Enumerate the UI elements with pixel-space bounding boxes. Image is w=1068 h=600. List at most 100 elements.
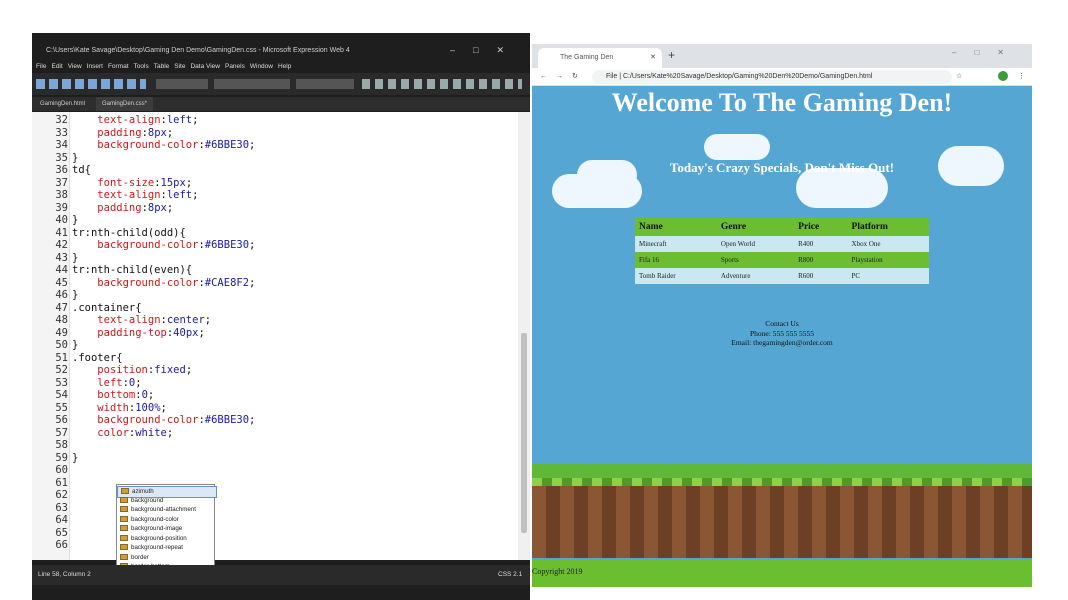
code-line[interactable]: 49 padding-top:40px; [32,327,512,340]
code-line[interactable]: 33 padding:8px; [32,127,512,140]
menu-item-format[interactable]: Format [108,63,129,70]
code-line[interactable]: 51 .footer{ [32,352,512,365]
code-line[interactable]: 60 [32,464,512,477]
table-cell: PC [847,268,929,284]
menu-icon[interactable]: ⋮ [1018,68,1025,86]
code-line[interactable]: 39 padding:8px; [32,202,512,215]
toolbar-icons[interactable] [36,79,146,89]
autocomplete-item[interactable]: background-color [117,515,215,525]
tab-html[interactable]: GamingDen.html [34,97,91,111]
style-dropdown[interactable] [156,79,208,89]
code-line[interactable]: 57 color:white; [32,427,512,440]
code-line[interactable]: 46} [32,289,512,302]
line-number: 40 [55,214,68,226]
code-line[interactable]: 35} [32,152,512,165]
code-view[interactable]: 32 text-align:left; 33 padding:8px; 34 bac… [32,112,518,560]
property-icon [120,496,128,503]
code-line[interactable]: 34 background-color:#6BBE30; [32,139,512,152]
url-field[interactable]: File | C:/Users/Kate%20Savage/Desktop/Ga… [592,70,952,84]
line-number: 62 [55,489,68,501]
tab-css[interactable]: GamingDen.css* [96,97,154,111]
code-line[interactable]: 38 text-align:left; [32,189,512,202]
line-number: 43 [55,251,68,264]
menu-item-site[interactable]: Site [174,63,185,70]
code-line[interactable]: 65 [32,527,512,540]
code-line[interactable]: 61 [32,477,512,490]
code-line[interactable]: 37 font-size:15px; [32,177,512,190]
code-line[interactable]: 40} [32,214,512,227]
code-line[interactable]: 50} [32,339,512,352]
code-token: left [166,189,193,201]
code-line[interactable]: 58 [32,439,512,452]
line-number: 44 [55,264,68,276]
code-line[interactable]: 48 text-align:center; [32,314,512,327]
code-line[interactable]: 36 td{ [32,164,512,177]
code-token: ; [166,426,174,439]
status-bar: Line 58, Column 2 CSS 2.1 [32,565,530,585]
font-dropdown[interactable] [214,79,290,89]
css-schema[interactable]: CSS 2.1 [498,565,522,585]
menu-item-window[interactable]: Window [250,63,273,70]
code-line[interactable]: 62 [32,489,512,502]
profile-icon[interactable] [998,71,1008,81]
size-dropdown[interactable] [296,79,354,89]
menu-item-edit[interactable]: Edit [51,63,62,70]
code-line[interactable]: 42 background-color:#6BBE30; [32,239,512,252]
table-header-row: Name Genre Price Platform [635,218,929,236]
menu-item-tools[interactable]: Tools [134,63,149,70]
editor-window: C:\Users\Kate Savage\Desktop\Gaming Den … [32,33,530,600]
back-icon[interactable]: ← [540,68,547,86]
menu-item-insert[interactable]: Insert [87,63,103,70]
code-line[interactable]: 52 position:fixed; [32,364,512,377]
code-line[interactable]: 53 left:0; [32,377,512,390]
code-token: background-color [97,239,199,251]
forward-icon[interactable]: → [556,68,563,86]
star-icon[interactable]: ☆ [956,68,962,86]
code-line[interactable]: 63 [32,502,512,515]
code-line[interactable]: 41 tr:nth-child(odd){ [32,227,512,240]
code-line[interactable]: 66 [32,539,512,552]
menu-item-view[interactable]: View [68,63,82,70]
menu-item-help[interactable]: Help [278,63,291,70]
scrollbar-thumb[interactable] [521,333,527,533]
line-number: 41 [55,226,68,239]
code-token: ; [198,326,205,339]
format-icons[interactable] [362,79,522,89]
code-line[interactable]: 43} [32,252,512,265]
menu-item-data-view[interactable]: Data View [190,63,220,70]
autocomplete-item[interactable]: background-attachment [117,505,215,515]
code-line[interactable]: 44 tr:nth-child(even){ [32,264,512,277]
code-line[interactable]: 54 bottom:0; [32,389,512,402]
code-line[interactable]: 64 [32,514,512,527]
autocomplete-item[interactable]: background-position [117,534,215,544]
code-line[interactable]: 56 background-color:#6BBE30; [32,414,512,427]
autocomplete-label: background-position [131,534,187,542]
line-number: 63 [55,501,68,514]
code-line[interactable]: 59} [32,452,512,465]
browser-tab[interactable]: The Gaming Den ✕ [538,48,662,68]
menu-item-file[interactable]: File [36,63,46,70]
autocomplete-item[interactable]: background-image [117,524,215,534]
new-tab-icon[interactable]: + [668,48,675,62]
autocomplete-item[interactable]: background-repeat [117,543,215,553]
line-number: 52 [55,364,68,376]
menu-item-table[interactable]: Table [154,63,170,70]
menu-item-panels[interactable]: Panels [225,63,245,70]
code-line[interactable]: 47 .container{ [32,302,512,315]
autocomplete-item[interactable]: background [117,496,215,506]
code-token: text-align [97,189,161,201]
reload-icon[interactable]: ↻ [572,68,578,86]
autocomplete-item[interactable]: border [117,553,215,563]
code-token: ; [147,389,155,401]
code-token: } [72,289,79,301]
close-icon[interactable]: ✕ [650,48,656,68]
code-line[interactable]: 32 text-align:left; [32,114,512,127]
code-line[interactable]: 55 width:100%; [32,402,512,415]
code-line[interactable]: 45 background-color:#CAE8F2; [32,277,512,290]
code-token: 40px [173,326,199,339]
line-number: 32 [55,114,68,126]
code-token: text-align [97,314,161,326]
